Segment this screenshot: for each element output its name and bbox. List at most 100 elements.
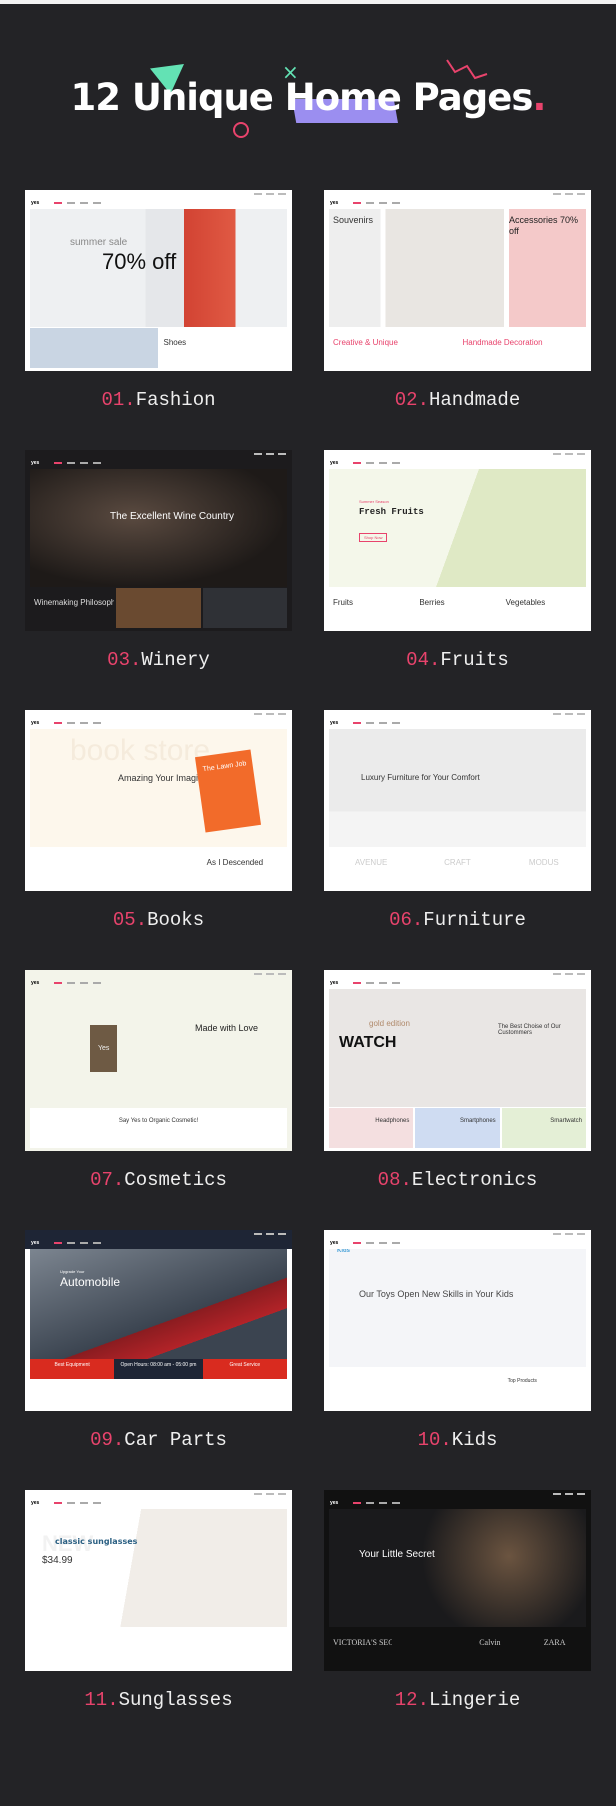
home-page-card-lingerie[interactable]: yes Your Little Secret VICTORIA'S SECRET… <box>324 1490 591 1671</box>
page-name: Books <box>147 909 205 931</box>
page-number: 02 <box>394 389 418 411</box>
home-page-label-kids[interactable]: 10.Kids <box>324 1429 591 1451</box>
home-page-card-kids[interactable]: yes Kids Our Toys Open New Skills in You… <box>324 1230 591 1411</box>
section-block <box>116 588 201 628</box>
hero-banner: gold edition WATCH The Best Choise of Ou… <box>329 989 586 1107</box>
hero-kicker: Kids <box>337 1249 351 1254</box>
number-dot: . <box>440 1429 452 1451</box>
section-strip: Winemaking Philosophy <box>30 588 287 628</box>
home-page-label-cosmetics[interactable]: 07.Cosmetics <box>25 1169 292 1191</box>
hero-kicker: Upgrade Your <box>60 1269 85 1274</box>
section-strip: Best Equipment Open Hours: 08:00 am - 05:… <box>30 1359 287 1379</box>
hero-banner: Souvenirs Accessories 70% off <box>329 209 586 327</box>
page-number: 10 <box>417 1429 441 1451</box>
home-page-card-sunglasses[interactable]: yes NEW classic sunglasses $34.99 <box>25 1490 292 1671</box>
hero-headline: Luxury Furniture for Your Comfort <box>361 773 480 782</box>
topbar <box>25 710 292 717</box>
home-page-card-furniture[interactable]: yes Luxury Furniture for Your Comfort AV… <box>324 710 591 891</box>
page-number: 11 <box>84 1689 108 1711</box>
hero-kicker: summer sale <box>70 237 128 248</box>
home-page-label-handmade[interactable]: 02.Handmade <box>324 389 591 411</box>
section-block: Vegetables <box>501 588 586 628</box>
home-page-card-fashion[interactable]: yes summer sale 70% off Shoes <box>25 190 292 371</box>
logo: yes <box>330 720 339 726</box>
section-block: ZARA <box>523 1628 586 1668</box>
home-page-label-winery[interactable]: 03.Winery <box>25 649 292 671</box>
logo: yes <box>31 1500 40 1506</box>
title-text: 12 Unique Home Pages <box>70 76 534 119</box>
section-strip: As I Descended <box>30 848 287 888</box>
page-title: 12 Unique Home Pages. <box>0 76 616 119</box>
home-page-label-electronics[interactable]: 08.Electronics <box>324 1169 591 1191</box>
page-name: Fruits <box>440 649 509 671</box>
home-page-label-fruits[interactable]: 04.Fruits <box>324 649 591 671</box>
number-dot: . <box>411 909 424 931</box>
home-page-card-winery[interactable]: yes The Excellent Wine Country Winemakin… <box>25 450 292 631</box>
section-block: CRAFT <box>415 848 500 888</box>
circle-decoration-icon <box>233 122 249 138</box>
hero-banner: book store Amazing Your Imagination The … <box>30 729 287 847</box>
home-page-card-electronics[interactable]: yes gold edition WATCH The Best Choise o… <box>324 970 591 1151</box>
section-strip <box>30 1628 287 1668</box>
section-block: As I Descended <box>202 848 287 888</box>
home-page-card-fruits[interactable]: yes Summer Season Fresh Fruits Shop Now … <box>324 450 591 631</box>
logo: yes <box>31 460 40 466</box>
hero-headline: Fresh Fruits <box>359 507 424 517</box>
hero-banner: Summer Season Fresh Fruits Shop Now <box>329 469 586 587</box>
hero-kicker: gold edition <box>369 1019 410 1028</box>
topbar <box>25 1230 292 1237</box>
hero-banner: NEW classic sunglasses $34.99 <box>30 1509 287 1627</box>
page-number: 05 <box>112 909 136 931</box>
home-page-card-cosmetics[interactable]: yes Yes Made with Love Say Yes to Organi… <box>25 970 292 1151</box>
number-dot: . <box>428 649 441 671</box>
logo: yes <box>330 980 339 986</box>
page-name: Fashion <box>135 389 216 411</box>
page-number: 03 <box>107 649 130 671</box>
home-page-label-lingerie[interactable]: 12.Lingerie <box>324 1689 591 1711</box>
section-block <box>30 848 115 888</box>
topbar <box>324 970 591 977</box>
home-page-label-fashion[interactable]: 01.Fashion <box>25 389 292 411</box>
topbar <box>324 710 591 717</box>
section-block: Calvin <box>458 1628 522 1668</box>
number-dot: . <box>400 1169 412 1191</box>
home-page-card-handmade[interactable]: yes Souvenirs Accessories 70% off Creati… <box>324 190 591 371</box>
logo: yes <box>330 460 339 466</box>
navbar: yes <box>25 977 292 989</box>
number-dot: . <box>124 389 136 411</box>
section-block: Handmade Decoration <box>458 328 586 368</box>
number-dot: . <box>417 1689 429 1711</box>
logo: yes <box>330 200 339 206</box>
number-dot: . <box>135 909 148 931</box>
title-dot: . <box>532 76 546 119</box>
hero-headline: Automobile <box>60 1275 121 1289</box>
home-page-label-car-parts[interactable]: 09.Car Parts <box>25 1429 292 1451</box>
page-name: Winery <box>141 649 210 671</box>
page-header: × 12 Unique Home Pages. <box>0 50 616 150</box>
section-block: Great Service <box>202 1359 287 1379</box>
home-page-card-books[interactable]: yes book store Amazing Your Imagination … <box>25 710 292 891</box>
section-block: Smartwatch <box>501 1108 586 1148</box>
home-page-label-books[interactable]: 05.Books <box>25 909 292 931</box>
hero-headline: Your Little Secret <box>359 1549 435 1560</box>
home-page-label-sunglasses[interactable]: 11.Sunglasses <box>25 1689 292 1711</box>
page-number: 07 <box>90 1169 113 1191</box>
page-name: Handmade <box>429 389 521 411</box>
section-strip: VICTORIA'S SECRET CalvinZARA <box>329 1628 586 1668</box>
home-page-card-car-parts[interactable]: yes Upgrade Your Automobile Best Equipme… <box>25 1230 292 1411</box>
number-dot: . <box>112 1429 125 1451</box>
topbar <box>25 1490 292 1497</box>
navbar: yes <box>25 197 292 209</box>
logo: yes <box>31 720 40 726</box>
navbar: yes <box>324 717 591 729</box>
section-block: Shoes <box>159 328 287 368</box>
logo: yes <box>31 1240 40 1246</box>
section-block <box>393 1628 457 1668</box>
section-block: MODUS <box>501 848 586 888</box>
hero-headline: Accessories 70% off <box>509 215 579 236</box>
home-page-label-furniture[interactable]: 06.Furniture <box>324 909 591 931</box>
hero-headline: classic sunglasses <box>55 1537 138 1546</box>
page-name: Sunglasses <box>118 1689 233 1711</box>
section-block: Fruits <box>329 588 414 628</box>
section-strip: Top Products <box>329 1368 586 1408</box>
